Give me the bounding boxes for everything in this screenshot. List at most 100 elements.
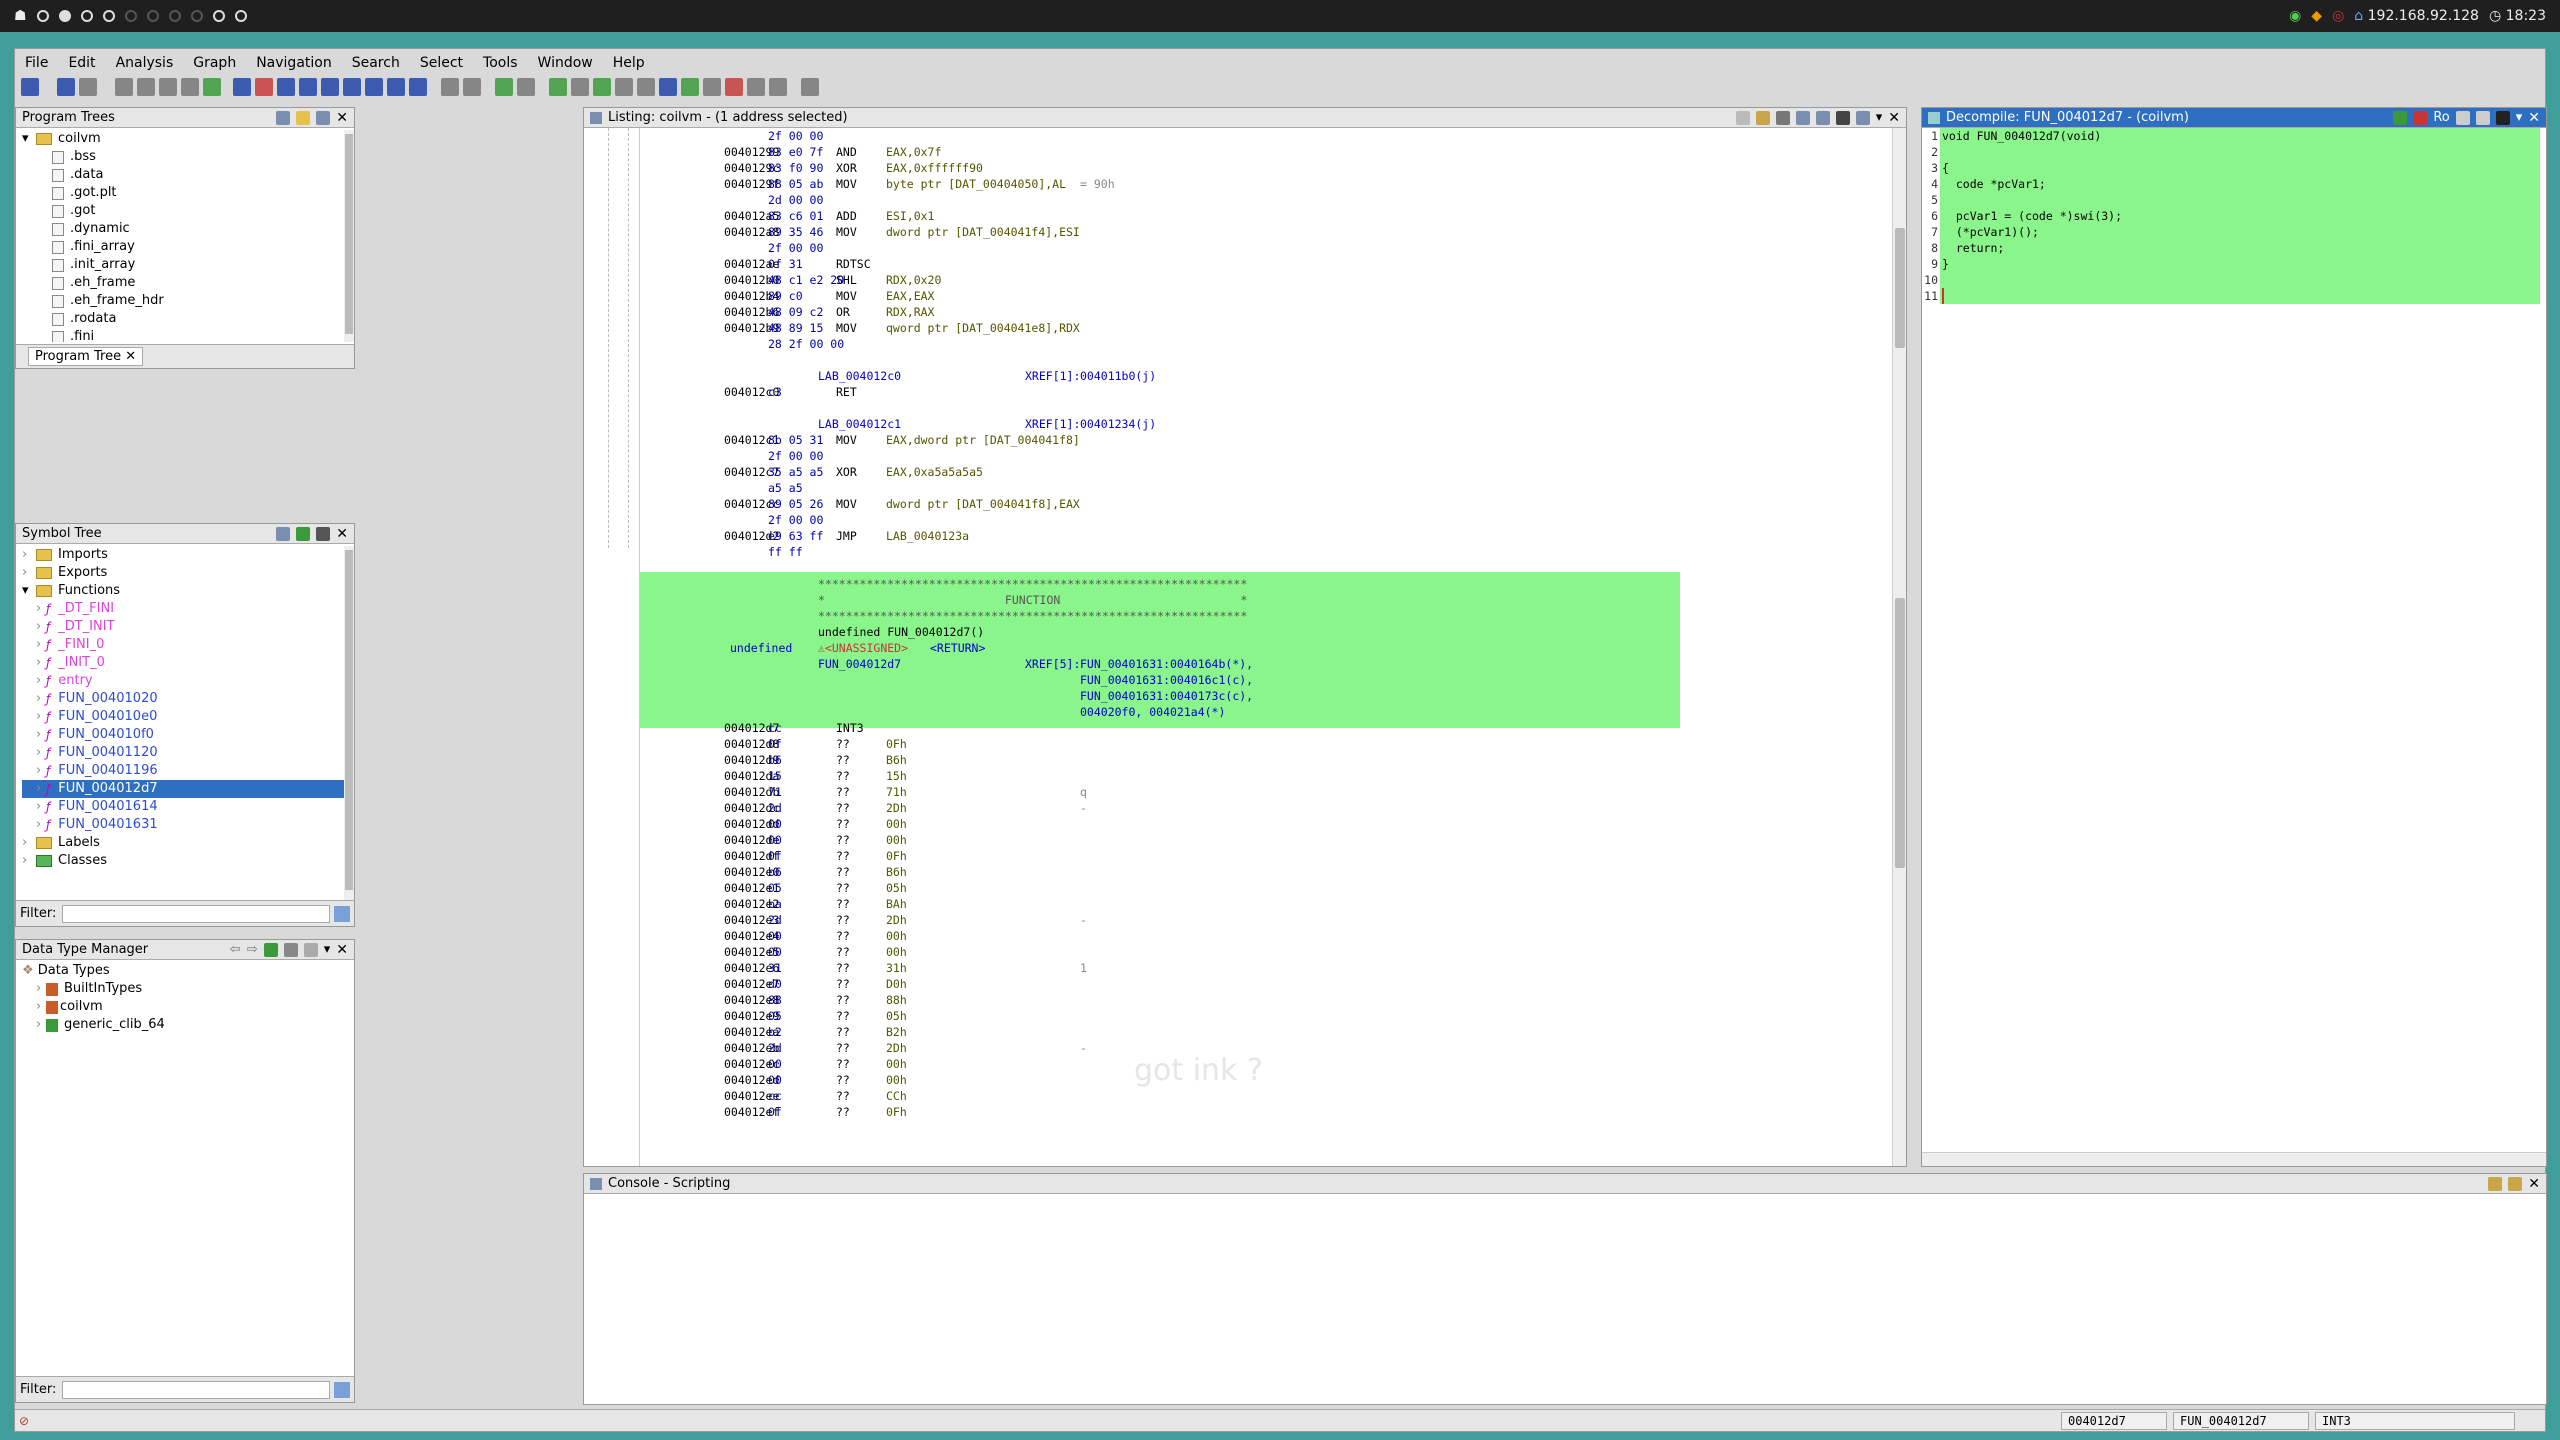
workspace-9[interactable] (212, 10, 225, 22)
menu-analysis[interactable]: Analysis (106, 53, 184, 73)
decompile-line[interactable]: 1 void FUN_004012d7(void) (1922, 128, 2546, 144)
close-icon[interactable]: ✕ (336, 110, 348, 126)
listing-row[interactable]: 004012c1 8b 05 31 MOV EAX,dword ptr [DAT_00… (640, 432, 1892, 448)
menu-search[interactable]: Search (342, 53, 410, 73)
decompile-line[interactable]: 4 code *pcVar1; (1922, 176, 2546, 192)
filter-options-icon[interactable] (334, 905, 350, 922)
listing-row[interactable]: 2f 00 00 (640, 512, 1892, 528)
menu-window[interactable]: Window (528, 53, 603, 73)
menu-tools[interactable]: Tools (473, 53, 528, 73)
clear-console-icon[interactable] (2488, 1176, 2503, 1191)
tree-exports[interactable]: › Exports (22, 564, 344, 582)
expand-icon[interactable]: ▾ (22, 130, 36, 148)
listing-row[interactable]: 004012ea b2?? B2h (640, 1024, 1892, 1040)
symbol-tree-scrollbar[interactable] (344, 546, 354, 900)
tree-functions[interactable]: ▾ Functions (22, 582, 344, 600)
workspace-7[interactable] (168, 10, 181, 22)
symbol-function-item[interactable]: › ƒ _INIT_0 (22, 654, 344, 672)
symbol-function-item[interactable]: › ƒ FUN_004012d7 (22, 780, 344, 798)
nav-prev-instr-icon[interactable] (137, 78, 155, 96)
tree-section-4[interactable]: .dynamic (22, 220, 344, 238)
listing-row[interactable]: 2f 00 00 (640, 128, 1892, 144)
tree-section-9[interactable]: .rodata (22, 310, 344, 328)
listing-row[interactable]: 004012e9 05?? 05h (640, 1008, 1892, 1024)
decompile-hscroll[interactable] (1922, 1152, 2546, 1166)
listing-row[interactable]: 004012dd 00?? 00h (640, 816, 1892, 832)
listing-row[interactable]: 004012c0 c3 RET (640, 384, 1892, 400)
forward-icon[interactable]: ⇨ (247, 942, 258, 957)
close-icon[interactable]: ✕ (336, 526, 348, 542)
workspace-3[interactable] (80, 10, 93, 22)
nav-stop-icon[interactable] (255, 78, 273, 96)
paste-icon[interactable] (1755, 110, 1770, 125)
listing-row[interactable]: 004012ec 00?? 00h (640, 1056, 1892, 1072)
listing-row[interactable]: 004012e2 ba?? BAh (640, 896, 1892, 912)
layout-icon[interactable] (1855, 110, 1870, 125)
nav-function-icon[interactable] (365, 78, 383, 96)
menu-file[interactable]: File (15, 53, 58, 73)
symbol-function-item[interactable]: › ƒ entry (22, 672, 344, 690)
listing-row[interactable]: 004012d8 0f?? 0Fh (640, 736, 1892, 752)
listing-row[interactable]: 004012ee cc?? CCh (640, 1088, 1892, 1104)
decompile-line[interactable]: 5 (1922, 192, 2546, 208)
symbol-function-item[interactable]: › ƒ FUN_004010e0 (22, 708, 344, 726)
menu-graph[interactable]: Graph (183, 53, 246, 73)
extra-icon[interactable] (801, 78, 819, 96)
nav-undefined-icon[interactable] (321, 78, 339, 96)
register-icon[interactable] (615, 78, 633, 96)
function-graph-icon[interactable] (659, 78, 677, 96)
edit-fields-icon[interactable] (1795, 110, 1810, 125)
decompile-line[interactable]: 3{ (1922, 160, 2546, 176)
compare-icon[interactable] (769, 78, 787, 96)
symbol-function-item[interactable]: › ƒ FUN_00401631 (22, 816, 344, 834)
save-icon[interactable] (21, 78, 39, 96)
tree-options-icon[interactable] (263, 942, 278, 957)
undo-icon[interactable] (495, 78, 513, 96)
decompile-line[interactable]: 10 (1922, 272, 2546, 288)
listing-row[interactable]: 004012e4 00?? 00h (640, 928, 1892, 944)
snapshot-icon[interactable] (2495, 110, 2510, 125)
close-icon[interactable]: ✕ (2528, 110, 2540, 126)
menu-select[interactable]: Select (410, 53, 473, 73)
listing-row[interactable]: 004012d7 cc INT3 (640, 720, 1892, 736)
listing-row[interactable]: 004012de 00?? 00h (640, 832, 1892, 848)
snapshot-icon[interactable] (316, 526, 331, 541)
back-icon[interactable]: ⇦ (230, 942, 241, 957)
nav-down-icon[interactable] (233, 78, 251, 96)
menu-dropdown-icon[interactable]: ▾ (1876, 110, 1883, 125)
workspace-1[interactable] (36, 10, 49, 22)
copy-icon[interactable] (441, 78, 459, 96)
decompile-line[interactable]: 6 pcVar1 = (code *)swi(3); (1922, 208, 2546, 224)
listing-label-row[interactable]: LAB_004012c1 XREF[1]: 00401234(j) (640, 416, 1892, 432)
workspace-5[interactable] (124, 10, 137, 22)
listing-icon[interactable] (637, 78, 655, 96)
listing-row[interactable]: 004012b4 89 c0 MOV EAX,EAX (640, 288, 1892, 304)
symbol-filter-input[interactable] (62, 904, 330, 923)
symbol-function-item[interactable]: › ƒ FUN_00401120 (22, 744, 344, 762)
close-tab-icon[interactable]: ✕ (125, 349, 136, 364)
decompile-line[interactable]: 2 (1922, 144, 2546, 160)
close-icon[interactable]: ✕ (336, 942, 348, 958)
listing-row[interactable]: 004012e1 05?? 05h (640, 880, 1892, 896)
listing-row[interactable]: 28 2f 00 00 (640, 336, 1892, 352)
listing-row[interactable]: 004012e8 88?? 88h (640, 992, 1892, 1008)
graph-icon[interactable] (2413, 110, 2428, 125)
bytes-icon[interactable] (571, 78, 589, 96)
listing-row[interactable]: 004012b9 48 89 15 MOV qword ptr [DAT_004041… (640, 320, 1892, 336)
tree-section-2[interactable]: .got.plt (22, 184, 344, 202)
workspace-6[interactable] (146, 10, 159, 22)
listing-row[interactable]: 004012c7 35 a5 a5 XOR EAX,0xa5a5a5a5 (640, 464, 1892, 480)
dtm-builtin[interactable]: › BuiltInTypes (22, 980, 354, 998)
menu-dropdown-icon[interactable]: ▾ (324, 942, 331, 957)
listing-row[interactable]: 0040129c 83 f0 90 XOR EAX,0xffffff90 (640, 160, 1892, 176)
nav-prev-label-icon[interactable] (181, 78, 199, 96)
tree-section-10[interactable]: .fini (22, 328, 344, 342)
listing-row[interactable]: a5 a5 (640, 480, 1892, 496)
decompile-content[interactable]: 1 void FUN_004012d7(void) 2 3{4 code *pcVar… (1922, 128, 2546, 1152)
close-icon[interactable]: ✕ (2528, 1176, 2540, 1192)
listing-content[interactable]: 2f 00 00 00401299 83 e0 7f AND EAX,0x7f 00401… (584, 128, 1906, 1166)
run-script-icon[interactable] (681, 78, 699, 96)
dtm-coilvm[interactable]: › coilvm (22, 998, 354, 1016)
listing-row[interactable]: 2f 00 00 (640, 240, 1892, 256)
listing-row[interactable]: 004012dc 2d?? 2Dh - (640, 800, 1892, 816)
